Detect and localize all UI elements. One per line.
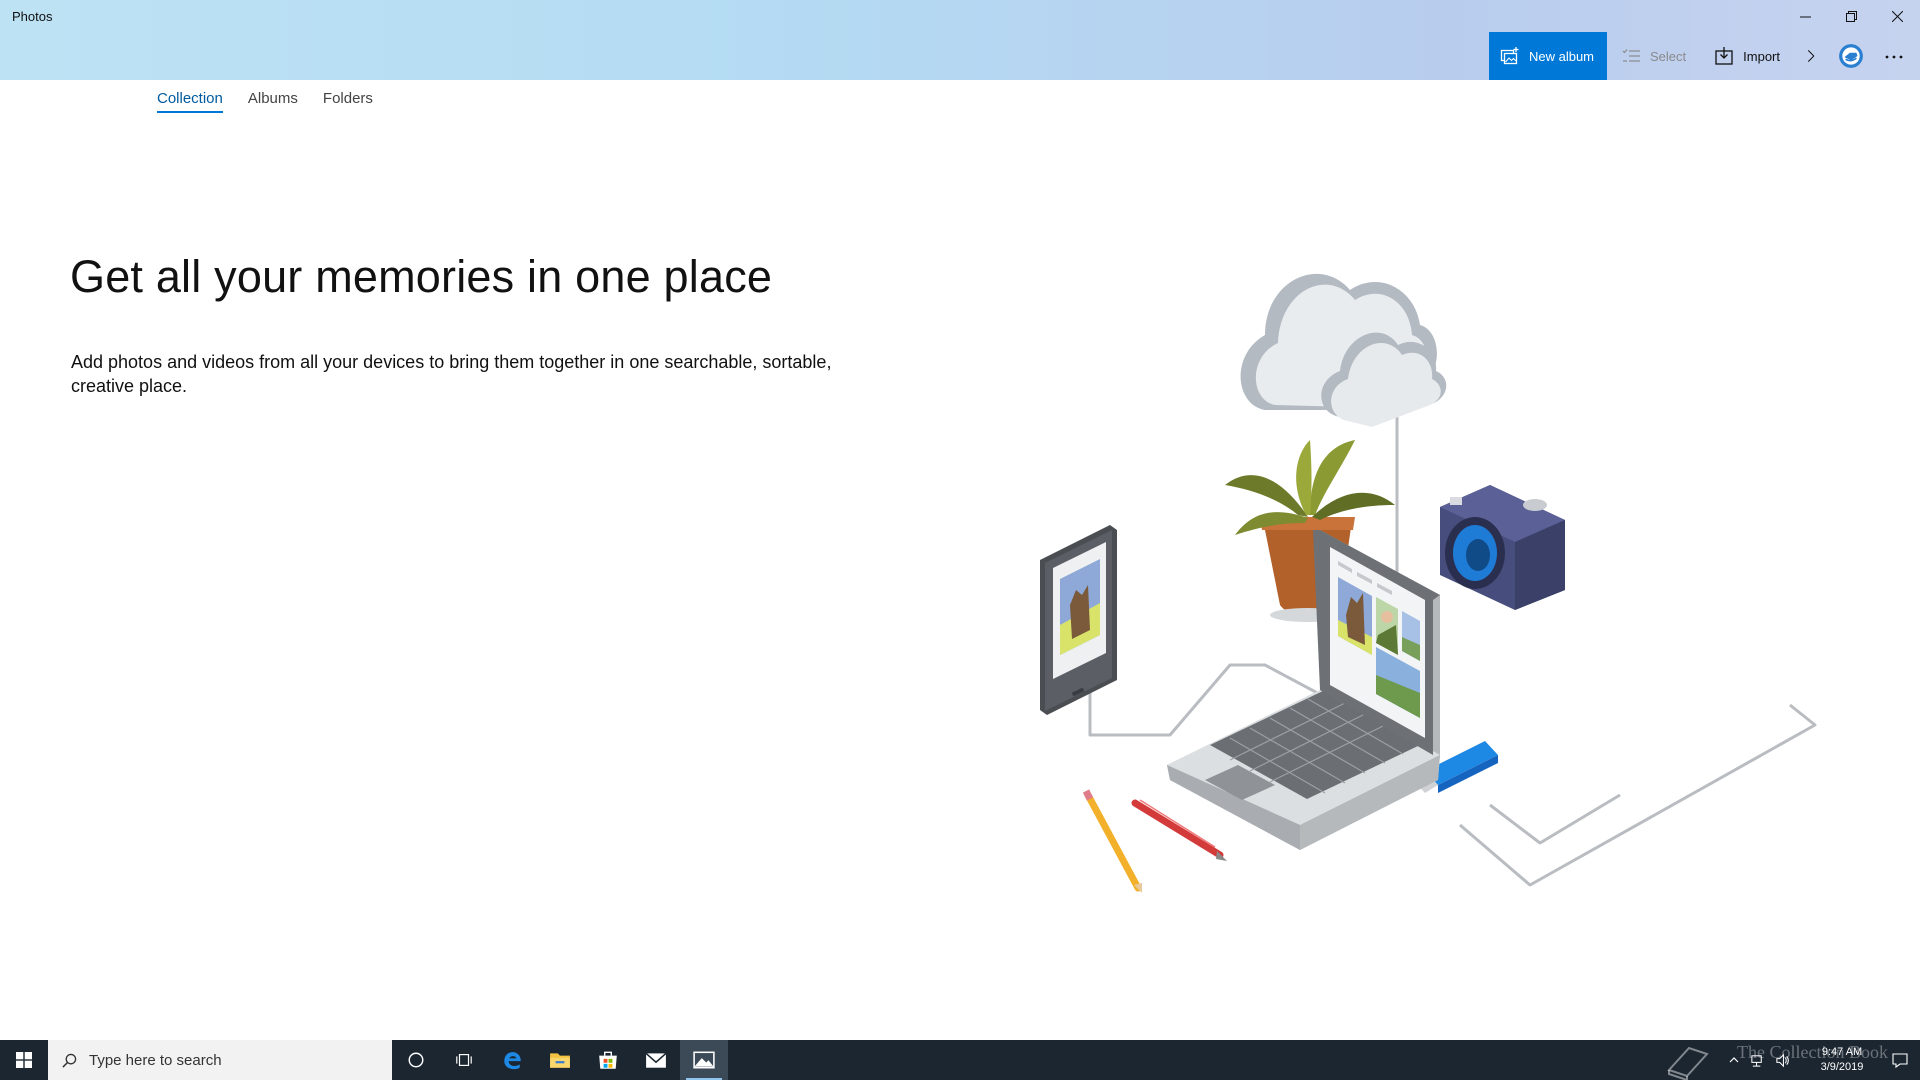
close-button[interactable]: [1874, 0, 1920, 32]
store-icon: [599, 1051, 617, 1069]
command-bar: New album Select Import: [1488, 32, 1920, 80]
select-list-icon: [1622, 49, 1641, 62]
store-button[interactable]: [584, 1040, 632, 1080]
edge-icon: [504, 1052, 521, 1070]
window-controls: [1782, 0, 1920, 32]
devices-illustration: [1040, 273, 1817, 893]
import-icon: [1715, 47, 1733, 65]
import-label: Import: [1743, 48, 1780, 64]
restore-button[interactable]: [1828, 0, 1874, 32]
more-options-button[interactable]: [1874, 32, 1920, 80]
import-button[interactable]: Import: [1700, 32, 1794, 80]
mail-button[interactable]: [632, 1040, 680, 1080]
more-dots-icon: [1885, 55, 1903, 59]
account-button[interactable]: [1828, 32, 1874, 80]
red-pen-icon: [1131, 799, 1227, 861]
page-subtext: Add photos and videos from all your devi…: [71, 352, 832, 396]
restore-icon: [1845, 10, 1857, 22]
pencil-icon: [1082, 789, 1142, 893]
task-view-button[interactable]: [440, 1040, 488, 1080]
photos-taskbar-button[interactable]: [680, 1040, 728, 1080]
app-title: Photos: [12, 9, 53, 24]
chevron-right-icon: [1807, 50, 1815, 62]
minimize-button[interactable]: [1782, 0, 1828, 32]
close-icon: [1891, 10, 1903, 22]
cables: [1088, 405, 1817, 887]
minimize-icon: [1799, 16, 1811, 17]
title-bar: Photos New album Select Import: [0, 0, 1920, 80]
file-explorer-icon: [550, 1053, 570, 1068]
smartphone-icon: [1040, 525, 1117, 715]
cloud-icon: [1240, 273, 1447, 427]
tab-collection[interactable]: Collection: [157, 90, 223, 113]
photos-app-window: Photos New album Select Import Collectio…: [0, 0, 1920, 1040]
book-logo-icon: [1667, 1046, 1709, 1080]
page-headline: Get all your memories in one place: [70, 251, 773, 302]
select-label: Select: [1650, 48, 1687, 64]
tab-folders[interactable]: Folders: [323, 90, 373, 113]
cortana-icon: [408, 1052, 424, 1068]
account-avatar-icon: [1839, 44, 1863, 68]
start-button[interactable]: [0, 1040, 48, 1080]
edge-taskbar-button[interactable]: [488, 1040, 536, 1080]
task-view-icon: [456, 1054, 472, 1066]
cortana-button[interactable]: [392, 1040, 440, 1080]
new-album-icon: [1500, 47, 1519, 65]
forward-button[interactable]: [1794, 32, 1828, 80]
pivot-tabs: Collection Albums Folders: [157, 90, 373, 113]
mail-icon: [645, 1052, 667, 1068]
tab-albums[interactable]: Albums: [248, 90, 298, 113]
search-icon: [62, 1053, 77, 1068]
new-album-label: New album: [1528, 48, 1595, 64]
file-explorer-button[interactable]: [536, 1040, 584, 1080]
windows-logo-icon: [16, 1052, 32, 1068]
new-album-button[interactable]: New album: [1488, 32, 1608, 80]
photos-icon: [693, 1051, 715, 1069]
select-button[interactable]: Select: [1607, 32, 1700, 80]
taskbar: Type here to search 9:47 AM 3/9/2019: [0, 1040, 1920, 1080]
taskbar-search-box[interactable]: Type here to search: [48, 1040, 392, 1080]
notification-icon: [1892, 1053, 1908, 1068]
camera-icon: [1440, 485, 1565, 610]
search-placeholder: Type here to search: [89, 1051, 222, 1069]
watermark-text: The Collection Book: [1737, 1042, 1888, 1062]
